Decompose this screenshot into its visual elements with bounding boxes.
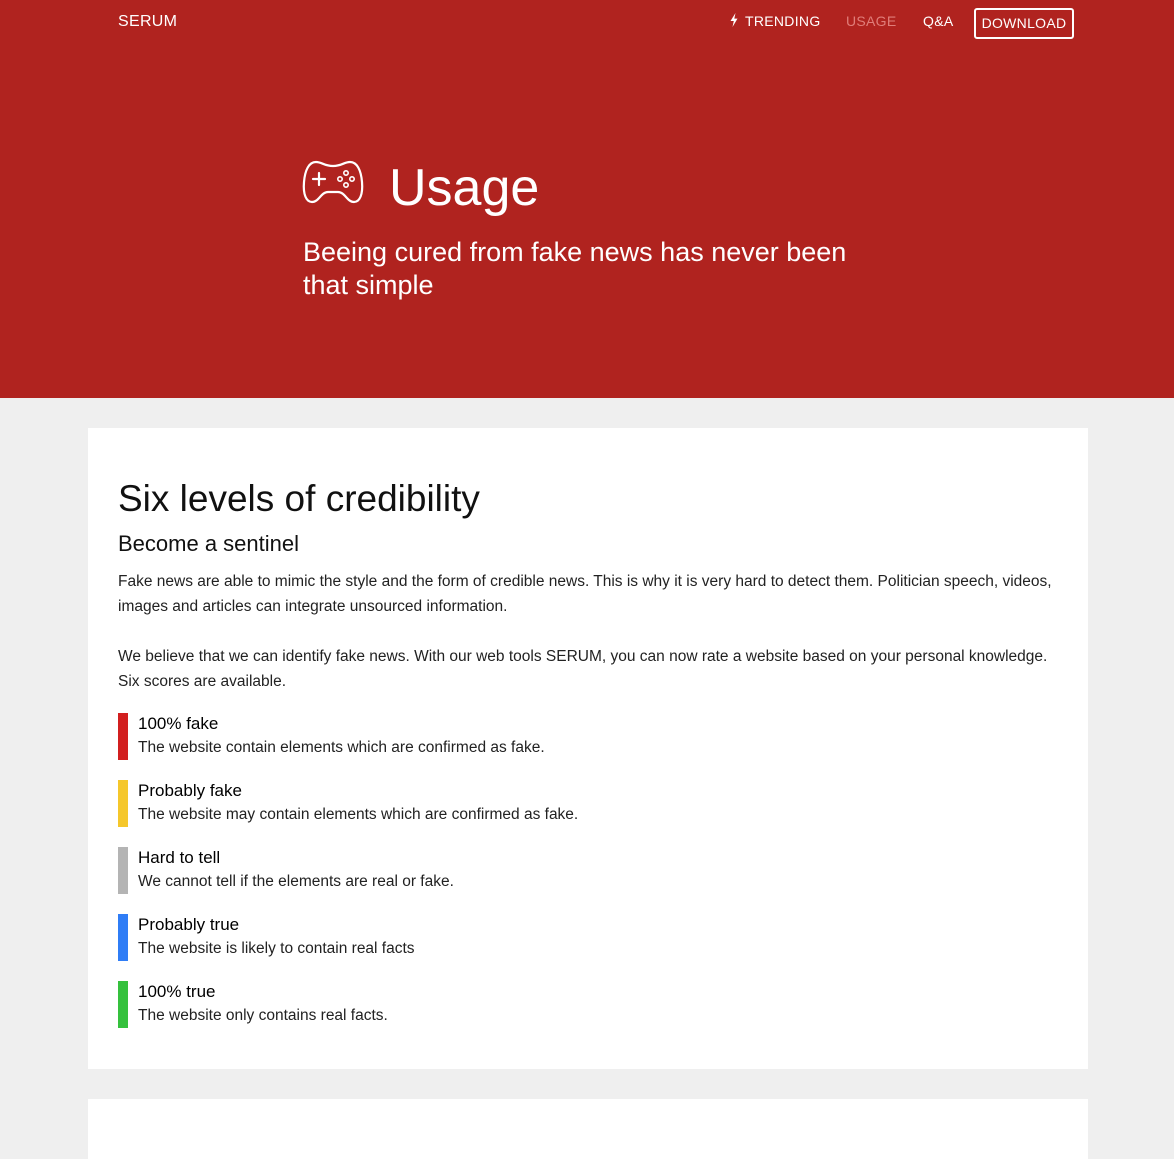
description-paragraph: We believe that we can identify fake new… [118,648,1048,690]
nav-trending-label: TRENDING [745,13,821,29]
level-name: 100% true [138,982,216,1001]
level-hard-to-tell: Hard to tell We cannot tell if the eleme… [118,847,1018,894]
level-probably-true: Probably true The website is likely to c… [118,914,1018,961]
level-description: The website contain elements which are c… [138,739,545,756]
nav-qa-link[interactable]: Q&A [923,13,953,29]
level-100-true: 100% true The website only contains real… [118,981,1018,1028]
level-color-bar [118,780,128,827]
level-description: We cannot tell if the elements are real … [138,873,454,890]
credibility-levels-list: 100% fake The website contain elements w… [118,713,1018,1048]
level-name: Probably fake [138,781,242,800]
download-button[interactable]: DOWNLOAD [974,8,1074,39]
nav-trending-link[interactable]: TRENDING [729,13,821,29]
level-name: Hard to tell [138,848,221,867]
nav-usage-link[interactable]: USAGE [846,13,897,29]
credibility-card: Six levels of credibility Become a senti… [88,428,1088,1069]
level-description: The website only contains real facts. [138,1007,388,1024]
intro-paragraph: Fake news are able to mimic the style an… [118,573,1052,615]
level-color-bar [118,914,128,961]
next-card [88,1099,1088,1159]
level-color-bar [118,713,128,760]
level-description: The website is likely to contain real fa… [138,940,415,957]
level-probably-fake: Probably fake The website may contain el… [118,780,1018,827]
hero-header: SERUM TRENDING USAGE Q&A DOWNLOAD Usage … [0,0,1174,398]
level-description: The website may contain elements which a… [138,806,579,823]
gamepad-icon [302,160,364,204]
section-title: Six levels of credibility [118,478,480,519]
level-100-fake: 100% fake The website contain elements w… [118,713,1018,760]
lightning-bolt-icon [730,13,738,27]
page-title: Usage [389,159,540,217]
level-name: Probably true [138,915,240,934]
level-color-bar [118,981,128,1028]
section-subtitle: Become a sentinel [118,531,299,556]
level-color-bar [118,847,128,894]
hero-subtitle: Beeing cured from fake news has never be… [303,237,847,300]
level-name: 100% fake [138,714,219,733]
